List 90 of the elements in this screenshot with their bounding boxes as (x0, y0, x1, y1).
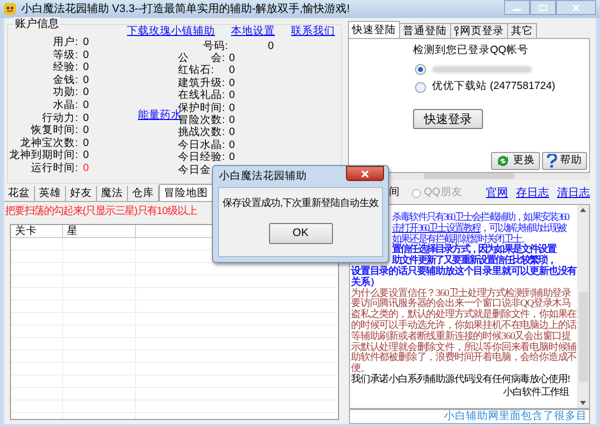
field-value: 0 (229, 126, 235, 139)
radio-label: QQ朋友 (424, 185, 462, 200)
vertical-scroll-bar[interactable] (577, 205, 589, 408)
link[interactable]: 清日志 (557, 184, 590, 202)
field-value: 0 (83, 48, 89, 62)
field-label: 行动力: (41, 112, 78, 124)
log-line: 我们承诺小白系列辅助源代码没有任何病毒放心使用! (351, 374, 571, 386)
tab[interactable]: 网页登录 (451, 23, 508, 38)
field-value: 0 (229, 89, 235, 102)
close-icon (572, 4, 580, 12)
input-field[interactable]: 小白辅助网里面包含了很多目 (349, 409, 590, 424)
column-header[interactable]: 关卡 (11, 225, 63, 237)
dialog-title: 小白魔法花园辅助 (219, 168, 307, 184)
question-icon (547, 154, 557, 168)
link[interactable]: 官网 (486, 184, 508, 202)
link[interactable]: 存日志 (516, 184, 549, 202)
field-label: 今日水晶: (178, 138, 226, 152)
refresh-icon (496, 154, 510, 168)
tab[interactable]: 其它 (508, 23, 537, 38)
notice-text: 把要扫荡的勾起来(只显示三星)只有10级以上 (5, 204, 197, 219)
tab[interactable]: 冒险地图 (159, 184, 213, 201)
key-icon (454, 26, 459, 36)
field-value: 0 (229, 114, 235, 126)
field-value: 0 (83, 162, 89, 175)
account-label: 优优下载站 (2477581724) (432, 79, 556, 94)
field-label: 等级: (52, 48, 78, 62)
log-line: 助文件更新了又要重新设置信任比较繁琐， (392, 256, 556, 266)
field-label: 水晶: (52, 98, 78, 112)
field-label: 今日经验: (178, 151, 226, 164)
field-label: 用户: (52, 36, 78, 49)
tab[interactable]: 快速登陆 (348, 21, 400, 38)
field-label: 今日金 (178, 164, 211, 176)
tab[interactable]: 普通登陆 (400, 23, 451, 38)
field-value: 0 (83, 136, 89, 150)
panel-heading: 检测到您已登录QQ帐号 (413, 43, 528, 58)
field-label: 功勋: (52, 86, 78, 99)
field-label: 冒险次数: (178, 114, 226, 126)
field-label: 龙神宝次数: (19, 136, 78, 149)
field-value: 0 (83, 98, 89, 112)
dialog-message: 保存设置成功,下次重新登陆自动生效 (222, 196, 378, 211)
radio-button[interactable] (415, 64, 426, 74)
field-value: 0 (83, 74, 89, 86)
log-line: 置信任选择目录方式，因为如果是文件设置 (392, 245, 557, 256)
field-label: 建筑升级: (178, 76, 226, 89)
field-value: 0 (229, 102, 235, 114)
maximize-button[interactable] (530, 0, 556, 15)
log-line: 设置目录的话只要辅助放这个目录里就可以更新也没有关系） (351, 266, 577, 288)
field-label: 红钻石: (178, 64, 215, 77)
field-value: 0 (83, 112, 89, 124)
field-value: 0 (229, 138, 235, 152)
link[interactable]: 联系我们 (291, 24, 335, 38)
field-label: 龙神到期时间: (8, 149, 78, 162)
field-value: 0 (83, 149, 89, 162)
field-value: 0 (268, 40, 274, 52)
field-label: 挑战次数: (178, 126, 226, 139)
close-icon (361, 170, 369, 178)
field-value: 0 (83, 86, 89, 99)
field-value: 0 (229, 52, 235, 64)
field-value: 0 (83, 124, 89, 137)
log-line: 为什么要设置信任？360卫士处理方式检测到辅助登录要访问腾讯服务器的会出来一个窗口说非QQ登录木马盗私之类的，默认的处理方式就是删除文件，你如果在的时候可以手动选允许，你如果挂机不在电脑边上的话等辅助刷新或者断线重新连接的时候360又会出窗口提示默认处理就会删除文件，所以等你回来看电脑时候辅助软件都被删除了，浪费时间开着电脑，会给你造成不便。 (351, 288, 577, 374)
field-label: 金钱: (52, 74, 78, 86)
field-label: 在线礼品: (178, 89, 226, 102)
field-value: 0 (229, 76, 235, 90)
field-value: 0 (229, 64, 235, 77)
signature-text: 小白软件工作组 (502, 386, 570, 398)
column-header[interactable]: 星 (63, 225, 136, 237)
field-label: 恢复时间: (30, 124, 78, 137)
ok-button[interactable]: OK (268, 223, 332, 244)
fragment-text: 间 (389, 185, 400, 200)
log-line: 如果还是有拦截那就暂时关闭卫士。 (391, 234, 530, 245)
link[interactable]: 下载玫瑰小镇辅助 (127, 24, 215, 38)
toolbar-button[interactable]: 帮助 (542, 152, 587, 170)
field-label: 运行时间: (30, 162, 78, 175)
toolbar-button[interactable]: 更换 (491, 152, 540, 170)
field-value: 0 (83, 61, 89, 74)
quick-login-button[interactable]: 快速登录 (413, 109, 483, 129)
app-icon (3, 2, 17, 16)
window-title: 小白魔法花园辅助 V3.3--打造最简单实用的辅助-解放双手,愉快游戏! (21, 2, 350, 17)
close-button[interactable] (346, 166, 384, 181)
field-value: 0 (83, 36, 89, 49)
link[interactable]: 本地设置 (231, 24, 275, 38)
radio-button[interactable] (415, 82, 426, 92)
field-label: 号码: (203, 40, 228, 52)
field-label: 经验: (52, 61, 78, 74)
minimize-button[interactable] (504, 0, 530, 15)
log-line: 击打开360卫士设置教程，可以解决辅助出现被 (391, 224, 568, 234)
group-legend: 账户信息 (14, 17, 60, 31)
log-line: 杀毒软件只有360卫士会拦截辅助，如果安装360 (391, 213, 570, 223)
field-label: 公 会: (178, 52, 226, 64)
field-value: 0 (229, 151, 235, 164)
